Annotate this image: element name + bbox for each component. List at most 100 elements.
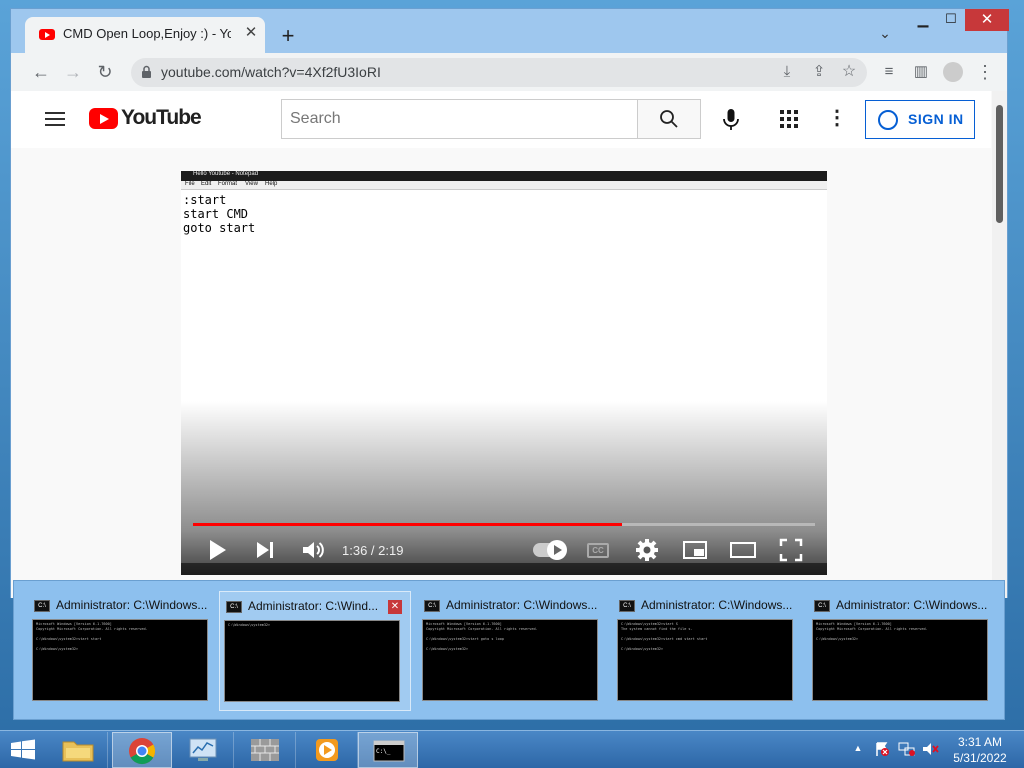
youtube-favicon-icon: [39, 29, 55, 40]
video-progress-bar[interactable]: [193, 523, 815, 526]
more-options-icon[interactable]: ⋮: [825, 107, 849, 131]
volume-button[interactable]: [299, 536, 327, 564]
play-button[interactable]: [203, 536, 231, 564]
thumbnail-title: Administrator: C:\Windows...: [56, 598, 208, 612]
tab-youtube[interactable]: CMD Open Loop,Enjoy :) - YouTube ✕: [25, 17, 265, 53]
notepad-menu-view: View: [245, 181, 258, 187]
gear-icon: [636, 539, 658, 561]
search-box: [281, 99, 639, 139]
next-icon: [257, 542, 273, 558]
profile-avatar-icon[interactable]: [943, 62, 963, 82]
thumbnail-cmd-3[interactable]: C:\ Administrator: C:\Windows... Microso…: [418, 591, 608, 709]
install-icon[interactable]: ⤓: [775, 60, 799, 84]
autoplay-toggle[interactable]: [533, 540, 567, 560]
notepad-menu-help: Help: [265, 181, 278, 187]
video-notepad-menubar: File Edit Format View Help: [181, 181, 827, 190]
console-text: Microsoft Windows [Version 6.1.7600] Cop…: [36, 622, 148, 651]
tab-title: CMD Open Loop,Enjoy :) - YouTube: [63, 26, 231, 41]
taskbar-media-player[interactable]: [298, 732, 358, 768]
scrollbar-thumb[interactable]: [996, 105, 1003, 223]
play-icon: [210, 540, 226, 560]
monitor-chart-icon: [189, 738, 217, 761]
command-prompt-icon: C:\_: [373, 740, 405, 762]
browser-menu-icon[interactable]: ⋮: [973, 60, 997, 84]
next-button[interactable]: [251, 536, 279, 564]
taskbar-file-explorer[interactable]: [48, 732, 108, 768]
folder-icon: [62, 741, 94, 762]
lock-icon[interactable]: [141, 65, 153, 79]
notepad-menu-edit: Edit: [201, 181, 212, 187]
new-tab-button[interactable]: +: [275, 23, 301, 49]
miniplayer-button[interactable]: [681, 537, 709, 565]
window-close-button[interactable]: ✕: [965, 9, 1009, 31]
cmd-icon: C:\: [814, 600, 830, 612]
volume-icon: [303, 542, 324, 558]
page-scrollbar[interactable]: [992, 91, 1007, 598]
fullscreen-button[interactable]: [777, 537, 805, 565]
notepad-menu-format: Format: [218, 181, 238, 187]
sign-in-button[interactable]: SIGN IN: [865, 100, 975, 139]
clock-date[interactable]: 5/31/2022: [950, 751, 1010, 765]
taskbar-thumbnail-panel: C:\ Administrator: C:\Windows... Microso…: [13, 580, 1005, 720]
notepad-title: Hello Youtube - Notepad: [193, 171, 259, 177]
miniplayer-icon: [683, 541, 707, 559]
autoplay-knob-icon: [547, 540, 567, 560]
video-script-text: :start start CMD goto start: [183, 193, 256, 235]
thumbnail-cmd-2[interactable]: C:\ Administrator: C:\Wind... ✕ C:\Windo…: [219, 591, 411, 711]
back-icon[interactable]: ←: [29, 60, 53, 84]
thumbnail-console: Microsoft Windows [Version 6.1.7600] Cop…: [422, 619, 598, 701]
start-button[interactable]: [6, 735, 40, 765]
windows-logo-icon: [11, 739, 35, 760]
address-bar[interactable]: youtube.com/watch?v=4Xf2fU3IoRI ⤓ ⇪ ☆: [131, 58, 867, 87]
thumbnail-close-icon[interactable]: ✕: [388, 600, 402, 614]
tab-search-chevron-icon[interactable]: ⌄: [875, 25, 895, 45]
cmd-icon: C:\: [619, 600, 635, 612]
voice-search-button[interactable]: [717, 105, 745, 133]
share-icon[interactable]: ⇪: [807, 60, 831, 84]
tab-strip: CMD Open Loop,Enjoy :) - YouTube ✕ + ⌄ ▁…: [11, 9, 1009, 53]
taskbar-task-manager[interactable]: [174, 732, 234, 768]
taskbar-chrome[interactable]: [112, 732, 172, 768]
video-player[interactable]: Hello Youtube - Notepad File Edit Format…: [181, 171, 827, 575]
network-icon[interactable]: [898, 741, 916, 757]
youtube-logo-text[interactable]: YouTube: [121, 106, 202, 130]
video-progress-fill: [193, 523, 623, 526]
microphone-icon: [723, 109, 739, 130]
video-notepad-titlebar: Hello Youtube - Notepad: [181, 171, 827, 181]
volume-muted-icon[interactable]: [922, 741, 940, 757]
taskbar-firewall[interactable]: [236, 732, 296, 768]
show-hidden-icons-button[interactable]: ▲: [852, 743, 864, 755]
brick-wall-icon: [251, 739, 279, 761]
side-panel-icon[interactable]: ▥: [909, 60, 933, 84]
bookmark-star-icon[interactable]: ☆: [837, 60, 861, 84]
tab-close-icon[interactable]: ✕: [241, 23, 261, 43]
apps-grid-icon: [780, 110, 798, 128]
forward-icon[interactable]: →: [61, 60, 85, 84]
window-maximize-button[interactable]: ☐: [937, 11, 965, 31]
windows-taskbar: C:\_ ▲ 3:31 AM 5/31/2022: [0, 730, 1024, 768]
action-center-flag-icon[interactable]: [874, 741, 890, 757]
clock-time[interactable]: 3:31 AM: [950, 735, 1010, 749]
thumbnail-cmd-5[interactable]: C:\ Administrator: C:\Windows... Microso…: [808, 591, 998, 709]
url-text[interactable]: youtube.com/watch?v=4Xf2fU3IoRI: [161, 64, 381, 80]
console-text: Microsoft Windows [Version 6.1.7600] Cop…: [816, 622, 928, 641]
thumbnail-title: Administrator: C:\Windows...: [836, 598, 988, 612]
theater-mode-button[interactable]: [729, 537, 757, 565]
notepad-menu-file: File: [185, 181, 195, 187]
media-playlist-icon[interactable]: ≡: [877, 60, 901, 84]
chrome-icon: [129, 738, 156, 765]
settings-button[interactable]: [633, 537, 661, 565]
youtube-logo-icon[interactable]: [89, 108, 118, 129]
subtitles-button[interactable]: CC: [587, 543, 609, 558]
apps-grid-button[interactable]: [777, 107, 801, 131]
window-minimize-button[interactable]: ▁: [909, 11, 937, 31]
search-button[interactable]: [637, 99, 701, 139]
thumbnail-cmd-4[interactable]: C:\ Administrator: C:\Windows... C:\Wind…: [613, 591, 803, 709]
thumbnail-cmd-1[interactable]: C:\ Administrator: C:\Windows... Microso…: [28, 591, 218, 709]
taskbar-command-prompt[interactable]: C:\_: [358, 732, 418, 768]
search-input[interactable]: [282, 100, 636, 138]
hamburger-menu-icon[interactable]: [45, 110, 67, 128]
reload-icon[interactable]: ↻: [93, 60, 117, 84]
thumbnail-title: Administrator: C:\Windows...: [446, 598, 598, 612]
cmd-icon: C:\: [226, 601, 242, 613]
